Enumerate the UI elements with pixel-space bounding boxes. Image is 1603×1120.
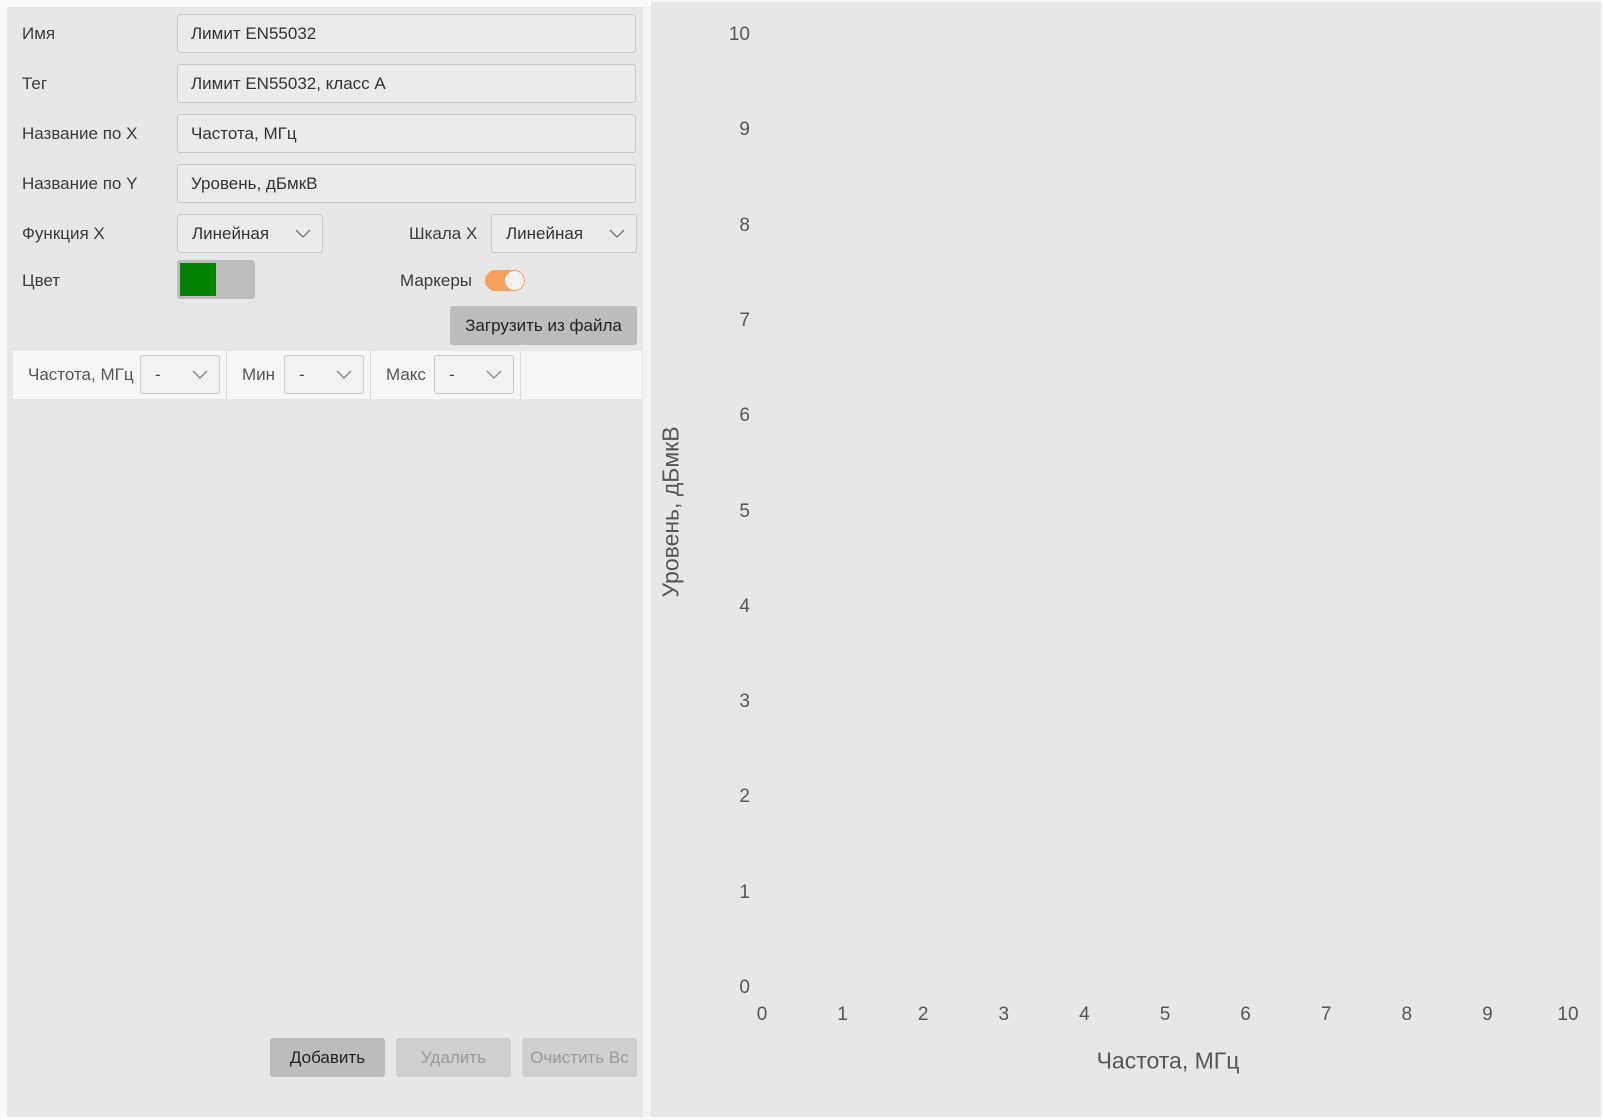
y-tick-label: 3 [739, 691, 750, 713]
scale-x-value: Линейная [506, 224, 584, 243]
y-tick-label: 7 [739, 309, 750, 331]
column-separator [370, 351, 371, 399]
x-tick-label: 3 [998, 1004, 1010, 1025]
chevron-down-icon [609, 229, 625, 238]
x-tick-label: 5 [1159, 1004, 1171, 1025]
y-tick-label: 5 [739, 500, 750, 522]
chevron-down-icon [336, 370, 352, 379]
y-tick-label: 6 [739, 405, 750, 427]
points-table-header: Частота, МГц - Мин - Макс - [13, 351, 642, 399]
load-from-file-button[interactable]: Загрузить из файла [450, 306, 637, 345]
chart-panel [651, 2, 1601, 1117]
name-label: Имя [22, 24, 56, 43]
x-tick-label: 10 [1557, 1004, 1579, 1025]
delete-button[interactable]: Удалить [396, 1038, 511, 1077]
column-frequency-label: Частота, МГц [28, 365, 134, 384]
x-name-input[interactable]: Частота, МГц [177, 114, 636, 153]
column-frequency-select[interactable]: - [140, 355, 220, 394]
column-max-select[interactable]: - [434, 355, 514, 394]
x-tick-label: 0 [756, 1004, 768, 1025]
clear-all-button[interactable]: Очистить Вс [522, 1038, 637, 1077]
y-tick-label: 0 [739, 977, 750, 998]
x-tick-label: 6 [1240, 1004, 1251, 1025]
tag-label: Тег [22, 74, 48, 93]
function-x-select[interactable]: Линейная [177, 214, 323, 253]
function-x-label: Функция X [22, 224, 105, 243]
chevron-down-icon [192, 370, 208, 379]
chevron-down-icon [295, 229, 311, 238]
color-preview [180, 263, 216, 296]
column-max-label: Макс [386, 365, 426, 384]
function-x-value: Линейная [192, 224, 270, 243]
x-tick-label: 7 [1320, 1004, 1332, 1025]
y-tick-label: 10 [728, 24, 750, 45]
y-tick-label: 8 [739, 214, 750, 236]
x-tick-label: 1 [837, 1004, 848, 1025]
scale-x-label: Шкала X [409, 224, 478, 243]
y-tick-label: 9 [739, 119, 750, 141]
toggle-knob [505, 271, 524, 290]
column-separator [226, 351, 227, 399]
x-name-label: Название по X [22, 124, 138, 143]
column-min-value: - [299, 365, 305, 384]
y-axis-title: Уровень, дБмкВ [657, 426, 684, 598]
x-tick-label: 4 [1079, 1004, 1090, 1025]
markers-toggle[interactable] [485, 270, 525, 291]
x-tick-label: 2 [917, 1004, 929, 1025]
add-button[interactable]: Добавить [270, 1038, 385, 1077]
column-separator [520, 351, 521, 399]
scale-x-select[interactable]: Линейная [491, 214, 637, 253]
x-tick-label: 9 [1482, 1004, 1493, 1025]
tag-input[interactable]: Лимит EN55032, класс А [177, 64, 636, 103]
column-frequency-value: - [155, 365, 161, 384]
name-input[interactable]: Лимит EN55032 [177, 14, 636, 53]
y-tick-label: 4 [739, 595, 750, 617]
panel-splitter[interactable] [643, 7, 651, 1117]
markers-label: Маркеры [400, 271, 473, 290]
chevron-down-icon [486, 370, 502, 379]
y-name-label: Название по Y [22, 174, 138, 193]
x-tick-label: 8 [1401, 1004, 1413, 1025]
column-min-label: Мин [242, 365, 276, 384]
column-max-value: - [449, 365, 455, 384]
color-label: Цвет [22, 271, 61, 290]
x-axis-title: Частота, МГц [1096, 1047, 1240, 1074]
color-picker[interactable] [177, 260, 255, 299]
y-tick-label: 1 [739, 881, 750, 903]
y-name-input[interactable]: Уровень, дБмкВ [177, 164, 636, 203]
y-tick-label: 2 [739, 786, 750, 808]
column-min-select[interactable]: - [284, 355, 364, 394]
